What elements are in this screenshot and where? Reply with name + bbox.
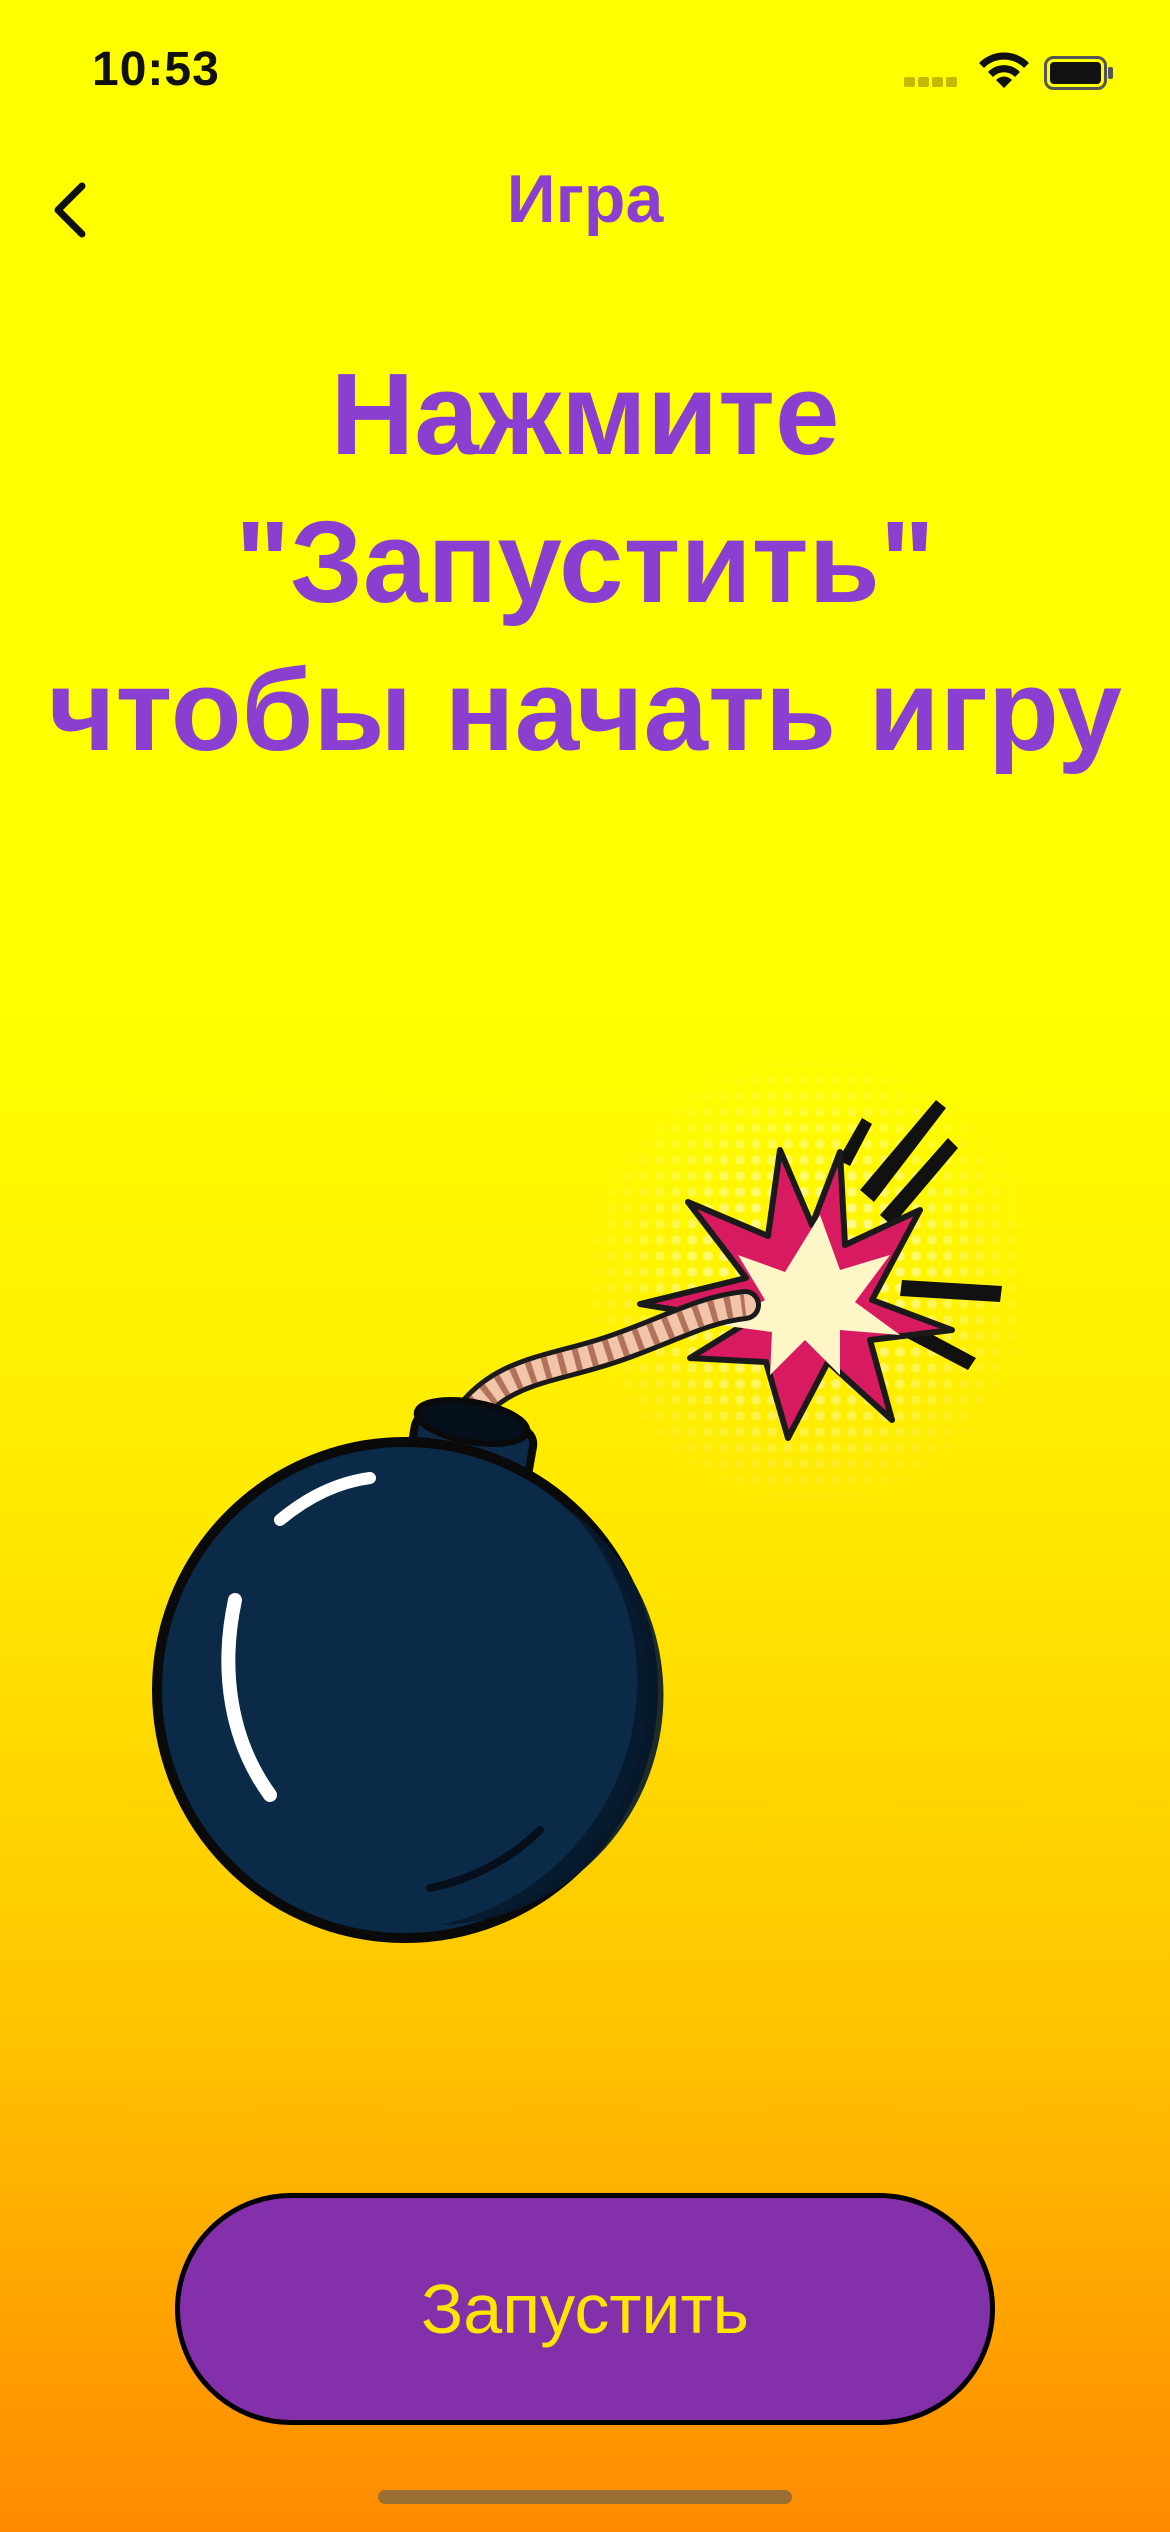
instruction-text: Нажмите "Запустить" чтобы начать игру (48, 349, 1122, 775)
start-button[interactable]: Запустить (175, 2193, 995, 2425)
wifi-icon (979, 52, 1029, 88)
home-indicator[interactable] (378, 2490, 792, 2504)
status-icons (904, 52, 1114, 92)
status-time: 10:53 (92, 43, 220, 96)
page-title: Игра (506, 161, 664, 237)
cellular-signal-icon (904, 74, 960, 87)
bomb-illustration (152, 1050, 1038, 1943)
start-button-label: Запустить (420, 2270, 750, 2348)
status-bar: 10:53 (0, 0, 1170, 150)
navigation-bar: Игра (0, 150, 1170, 260)
battery-icon (1044, 56, 1113, 90)
